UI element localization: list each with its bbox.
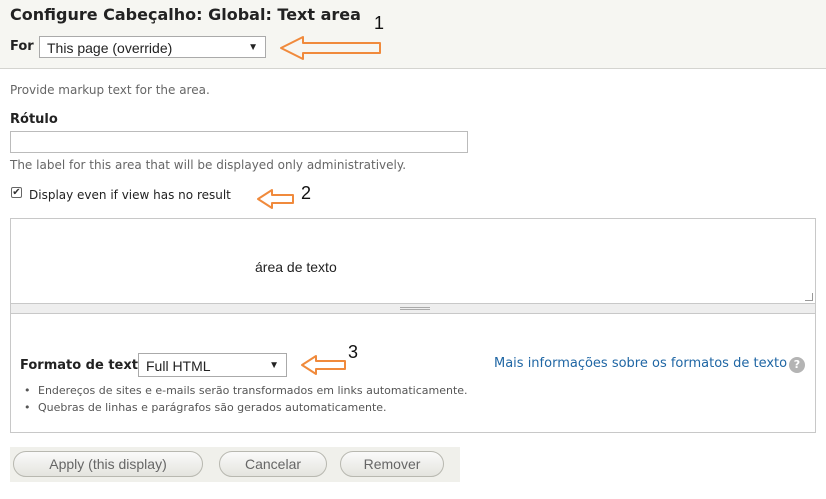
text-format-tips: Endereços de sites e e-mails serão trans… [24, 384, 468, 418]
textarea-content: área de texto [255, 259, 337, 275]
dialog-header: Configure Cabeçalho: Global: Text area F… [0, 0, 826, 69]
chevron-down-icon: ▼ [269, 360, 279, 371]
for-label: For [10, 39, 34, 54]
annotation-number: 1 [374, 13, 385, 33]
annotation-arrow-icon [280, 36, 381, 60]
display-empty-checkbox[interactable]: ✔ [11, 187, 22, 198]
for-select-value: This page (override) [47, 40, 173, 56]
markup-textarea[interactable]: área de texto [10, 218, 816, 304]
text-format-label: Formato de texto [20, 358, 147, 373]
for-select[interactable]: This page (override) ▼ [39, 36, 266, 58]
label-input[interactable] [10, 131, 468, 153]
annotation-arrow-icon [301, 355, 346, 375]
annotation-arrow-icon [257, 189, 294, 209]
form-actions: Apply (this display) Cancelar Remover [10, 447, 460, 482]
list-item: Quebras de linhas e parágrafos são gerad… [24, 401, 468, 418]
text-format-value: Full HTML [146, 358, 211, 374]
cancel-button[interactable]: Cancelar [219, 451, 327, 477]
text-format-more-info-link[interactable]: Mais informações sobre os formatos de te… [494, 356, 787, 371]
annotation-number: 3 [348, 342, 359, 362]
text-format-select[interactable]: Full HTML ▼ [138, 353, 287, 377]
annotation-number: 2 [301, 183, 312, 203]
remove-button[interactable]: Remover [340, 451, 444, 477]
resize-corner-icon[interactable] [805, 293, 813, 301]
area-description: Provide markup text for the area. [10, 83, 210, 97]
display-empty-label[interactable]: Display even if view has no result [29, 188, 231, 202]
label-help-text: The label for this area that will be dis… [10, 158, 407, 172]
apply-button[interactable]: Apply (this display) [13, 451, 203, 477]
chevron-down-icon: ▼ [248, 42, 258, 53]
textarea-resize-handle[interactable] [10, 304, 816, 314]
help-icon[interactable]: ? [789, 357, 805, 373]
dialog-title: Configure Cabeçalho: Global: Text area [10, 5, 361, 24]
grip-lines-icon [400, 307, 430, 310]
label-field-title: Rótulo [10, 112, 58, 127]
check-icon: ✔ [12, 187, 21, 198]
list-item: Endereços de sites e e-mails serão trans… [24, 384, 468, 401]
